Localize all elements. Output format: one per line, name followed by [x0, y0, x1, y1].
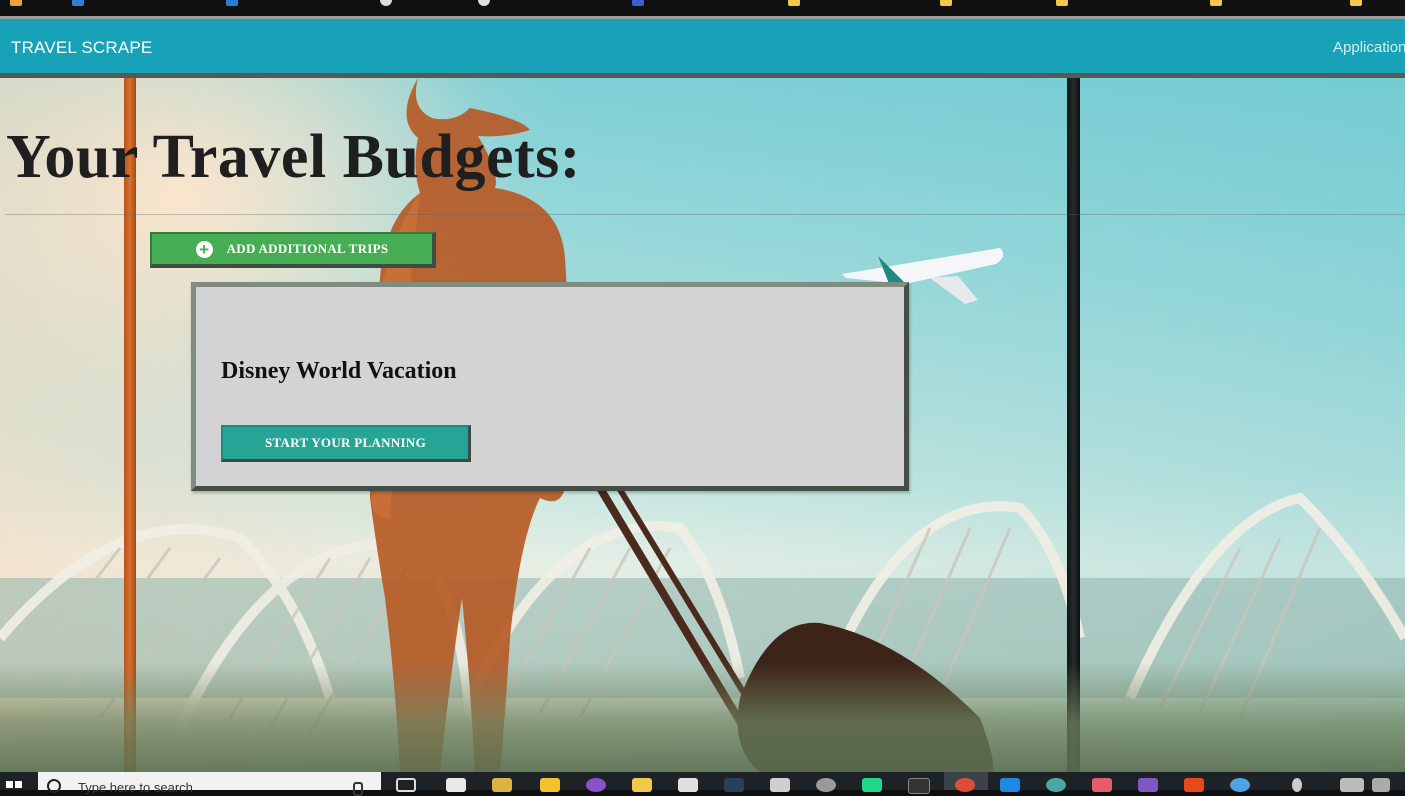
top-navbar: TRAVEL SCRAPE Application: [0, 16, 1405, 78]
brand-link[interactable]: TRAVEL SCRAPE: [11, 38, 152, 58]
google-icon[interactable]: [478, 0, 490, 6]
trip-card: Disney World Vacation START YOUR PLANNIN…: [191, 282, 909, 491]
divider: [5, 214, 1405, 215]
page-title: Your Travel Budgets:: [6, 123, 581, 191]
add-trips-button[interactable]: + ADD ADDITIONAL TRIPS: [150, 232, 436, 268]
cmd-icon[interactable]: [908, 778, 930, 794]
folder-icon[interactable]: [788, 0, 800, 6]
taskbar: Type here to search: [0, 772, 1405, 796]
bookmark-icon[interactable]: [226, 0, 238, 6]
trip-name: Disney World Vacation: [221, 358, 457, 384]
add-trips-label: ADD ADDITIONAL TRIPS: [226, 241, 389, 256]
start-planning-button[interactable]: START YOUR PLANNING: [221, 425, 471, 462]
windows-start-icon[interactable]: [0, 772, 38, 790]
google-icon[interactable]: [380, 0, 392, 6]
foliage: [0, 662, 1405, 772]
folder-icon[interactable]: [1210, 0, 1222, 6]
folder-icon[interactable]: [1056, 0, 1068, 6]
search-icon: [47, 779, 61, 793]
microphone-icon[interactable]: [353, 782, 363, 796]
bookmark-icon[interactable]: [632, 0, 644, 6]
search-placeholder: Type here to search: [78, 780, 193, 795]
apps-icon[interactable]: [10, 0, 22, 6]
bookmarks-bar: [0, 0, 1405, 16]
folder-icon[interactable]: [1350, 0, 1362, 6]
taskbar-search-input[interactable]: Type here to search: [38, 772, 381, 796]
plus-circle-icon: +: [195, 240, 213, 258]
folder-icon[interactable]: [940, 0, 952, 6]
nav-link-application[interactable]: Application: [1333, 39, 1405, 56]
bookmark-icon[interactable]: [72, 0, 84, 6]
